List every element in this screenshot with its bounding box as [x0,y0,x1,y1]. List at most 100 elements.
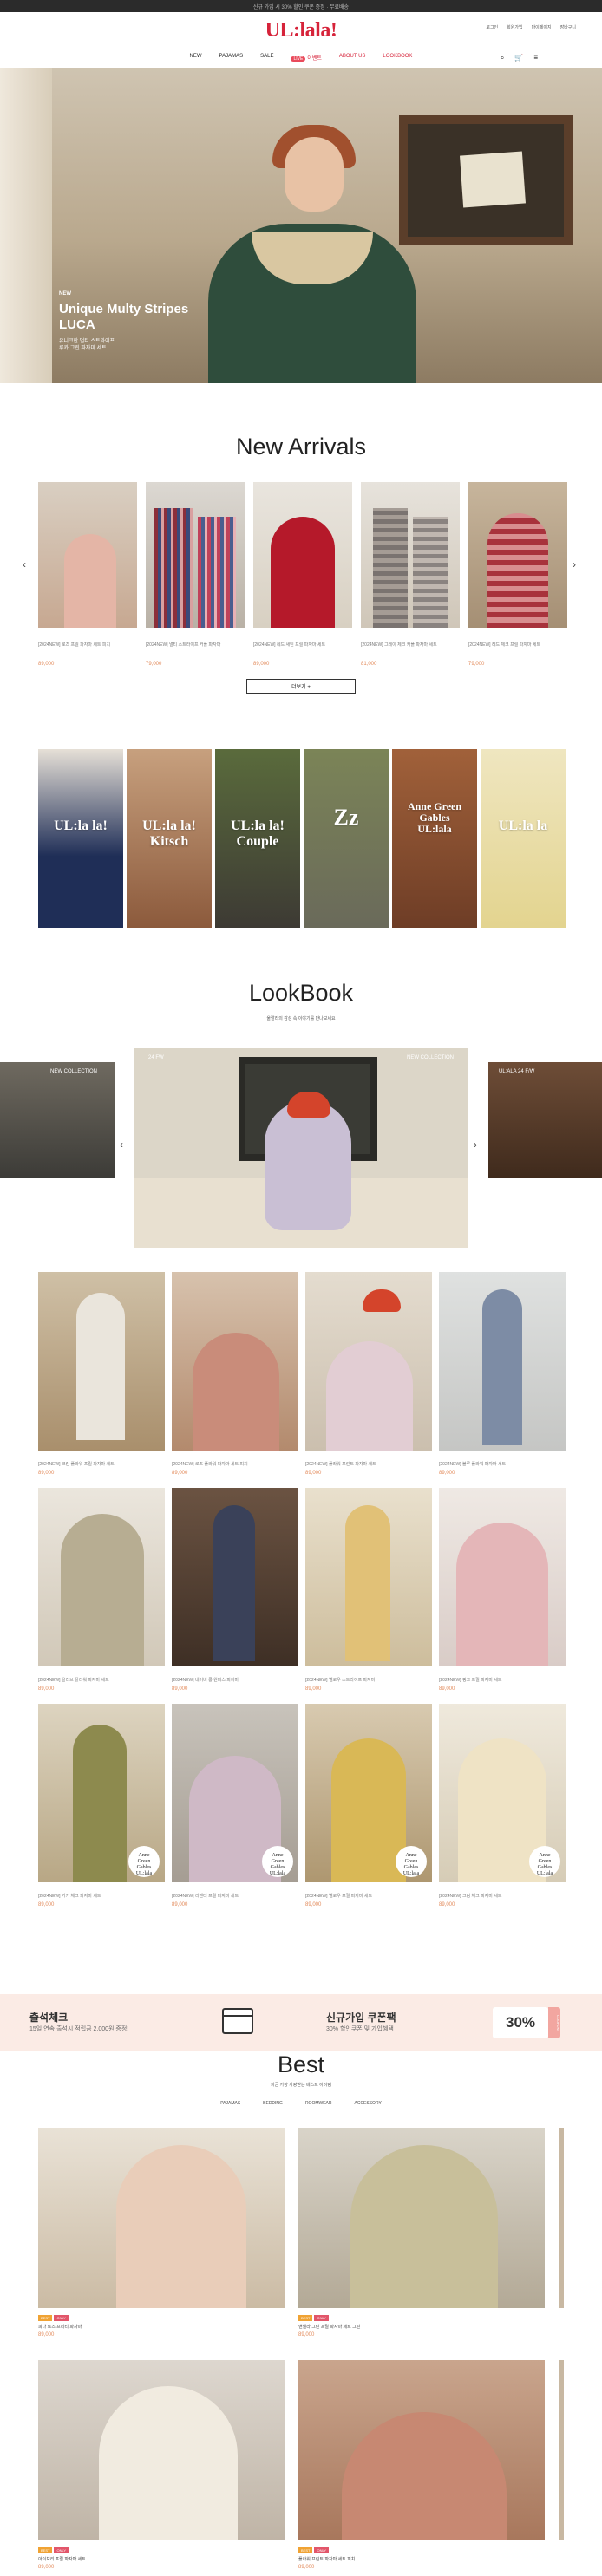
product-card[interactable]: [2024NEW] 멀티 스트라이프 커플 파자마 79,000 [146,482,245,667]
product-image[interactable]: Anne Green Gables UL:lala [172,1704,298,1882]
product-name[interactable]: [2024NEW] 네이비 롱 원피스 파자마 [172,1677,298,1683]
product-image[interactable] [468,482,567,628]
product-name[interactable]: [2024NEW] 멀티 스트라이프 커플 파자마 [146,642,245,648]
product-card[interactable]: [2024NEW] 그레이 체크 커플 파자마 세트 81,000 [361,482,460,667]
collection-card[interactable]: UL:la la! Couple [215,749,300,928]
tab-pajamas[interactable]: PAJAMAS [220,2101,240,2106]
product-name[interactable]: [2024NEW] 로즈 프릴 파자마 세트 피치 [38,642,137,648]
product-name[interactable]: [2024NEW] 플라워 프린트 파자마 세트 [305,1461,432,1467]
grid-product-card[interactable]: Anne Green Gables UL:lala [2024NEW] 라벤더 프릴 파… [172,1704,298,1908]
product-name[interactable]: [2024NEW] 블루 플라워 파자마 세트 [439,1461,566,1467]
lookbook-slide-prev[interactable]: NEW COLLECTION [0,1062,115,1178]
grid-product-card[interactable]: [2024NEW] 핑크 프릴 파자마 세트 89,000 [439,1488,566,1692]
hero-banner[interactable]: NEW Unique Multy Stripes LUCA 유니크한 멀티 스트… [0,68,602,383]
best-product-card[interactable]: BEST ONLY 피나 로즈 프리티 파자마 89,000 [38,2128,285,2338]
product-name[interactable]: [2024NEW] 그레이 체크 커플 파자마 세트 [361,642,460,648]
product-image[interactable]: Anne Green Gables UL:lala [305,1704,432,1882]
menu-icon[interactable]: ≡ [533,54,538,62]
product-image[interactable] [253,482,352,628]
best-product-card[interactable]: BEST ONLY 앤셀라 그린 프릴 파자마 세트 그린 89,000 [298,2128,545,2338]
product-image[interactable] [298,2360,545,2540]
collection-card[interactable]: UL:la la! [38,749,123,928]
product-name[interactable]: [2024NEW] 레드 체크 프릴 파자마 세트 [468,642,567,648]
product-name[interactable]: 피나 로즈 프리티 파자마 [38,2324,285,2330]
collection-label-line1: UL:la la! [142,818,196,833]
attendance-title[interactable]: 출석체크 [29,2010,68,2025]
product-name[interactable]: 플라워 프린트 파자마 세트 피치 [298,2556,545,2562]
product-card[interactable]: [2024NEW] 레드 새틴 프릴 파자마 세트 89,000 [253,482,352,667]
tab-bedding[interactable]: BEDDING [263,2101,283,2106]
nav-item-new[interactable]: NEW [190,54,202,66]
tab-accessory[interactable]: ACCESSORY [355,2101,382,2106]
product-card[interactable]: [2024NEW] 로즈 프릴 파자마 세트 피치 89,000 [38,482,137,667]
product-name[interactable]: [2024NEW] 크림 체크 파자마 세트 [439,1893,566,1899]
new-arrivals-prev-arrow-icon[interactable]: ‹ [23,558,26,571]
grid-product-card[interactable]: [2024NEW] 올리브 플라워 파자마 세트 89,000 [38,1488,165,1692]
product-image[interactable] [439,1272,566,1451]
lookbook-prev-arrow-icon[interactable]: ‹ [120,1138,123,1151]
join-link[interactable]: 회원가입 [507,24,522,30]
site-logo[interactable]: UL:lala! [0,19,602,42]
collection-card[interactable]: UL:la la! Kitsch [127,749,212,928]
product-name[interactable]: 아이보리 프릴 파자마 세트 [38,2556,285,2562]
coupon-value[interactable]: 30% [493,2007,548,2038]
grid-product-card[interactable]: [2024NEW] 크림 플라워 프릴 파자마 세트 89,000 [38,1272,165,1476]
product-name[interactable]: [2024NEW] 로즈 플라워 파자마 세트 피치 [172,1461,298,1467]
collection-card[interactable]: UL:la la [481,749,566,928]
product-image[interactable]: Anne Green Gables UL:lala [38,1704,165,1882]
cart-link[interactable]: 장바구니 [560,24,576,30]
lookbook-next-arrow-icon[interactable]: › [474,1138,477,1151]
product-image[interactable] [439,1488,566,1666]
best-product-card[interactable]: BEST ONLY 아이보리 프릴 파자마 세트 89,000 [38,2360,285,2570]
product-name[interactable]: [2024NEW] 올리브 플라워 파자마 세트 [38,1677,165,1683]
mypage-link[interactable]: 마이페이지 [532,24,552,30]
collection-card[interactable]: Anne Green Gables UL:lala [392,749,477,928]
new-arrivals-next-arrow-icon[interactable]: › [573,558,576,571]
product-name[interactable]: [2024NEW] 핑크 프릴 파자마 세트 [439,1677,566,1683]
product-name[interactable]: [2024NEW] 옐로우 스트라이프 파자마 [305,1677,432,1683]
product-image[interactable] [361,482,460,628]
product-image[interactable] [172,1272,298,1451]
more-button[interactable]: 더보기 + [246,679,356,694]
product-image[interactable] [298,2128,545,2308]
login-link[interactable]: 로그인 [486,24,498,30]
product-image[interactable] [305,1488,432,1666]
tab-roomwear[interactable]: ROOMWEAR [305,2101,332,2106]
product-card[interactable]: [2024NEW] 레드 체크 프릴 파자마 세트 79,000 [468,482,567,667]
cart-icon[interactable]: 🛒 [514,54,523,62]
product-image[interactable] [38,482,137,628]
product-name[interactable]: [2024NEW] 라벤더 프릴 파자마 세트 [172,1893,298,1899]
collection-card[interactable]: Zz [304,749,389,928]
grid-product-card[interactable]: Anne Green Gables UL:lala [2024NEW] 카키 체크 파자… [38,1704,165,1908]
grid-product-card[interactable]: [2024NEW] 플라워 프린트 파자마 세트 89,000 [305,1272,432,1476]
grid-product-card[interactable]: [2024NEW] 로즈 플라워 파자마 세트 피치 89,000 [172,1272,298,1476]
product-name[interactable]: [2024NEW] 카키 체크 파자마 세트 [38,1893,165,1899]
nav-item-event[interactable]: LIVE 이벤트 [291,54,322,66]
nav-item-about[interactable]: ABOUT US [339,54,366,66]
product-name[interactable]: [2024NEW] 레드 새틴 프릴 파자마 세트 [253,642,352,648]
coupon-pack-title[interactable]: 신규가입 쿠폰팩 [326,2010,396,2025]
nav-item-lookbook[interactable]: LOOKBOOK [383,54,412,66]
grid-product-card[interactable]: Anne Green Gables UL:lala [2024NEW] 옐로우 프릴 파… [305,1704,432,1908]
product-image[interactable] [38,2360,285,2540]
search-icon[interactable]: ⌕ [501,54,504,62]
lookbook-slide-active[interactable]: 24 FW NEW COLLECTION [134,1048,468,1248]
product-image[interactable]: Anne Green Gables UL:lala [439,1704,566,1882]
grid-product-card[interactable]: [2024NEW] 옐로우 스트라이프 파자마 89,000 [305,1488,432,1692]
product-image[interactable] [172,1488,298,1666]
nav-item-sale[interactable]: SALE [260,54,273,66]
product-name[interactable]: 앤셀라 그린 프릴 파자마 세트 그린 [298,2324,545,2330]
product-name[interactable]: [2024NEW] 크림 플라워 프릴 파자마 세트 [38,1461,165,1467]
product-image[interactable] [38,2128,285,2308]
lookbook-slide-next[interactable]: UL:ALA 24 F/W [488,1062,602,1178]
product-image[interactable] [146,482,245,628]
product-image[interactable] [38,1272,165,1451]
best-product-card[interactable]: BEST ONLY 플라워 프린트 파자마 세트 피치 89,000 [298,2360,545,2570]
grid-product-card[interactable]: Anne Green Gables UL:lala [2024NEW] 크림 체크 파자… [439,1704,566,1908]
product-name[interactable]: [2024NEW] 옐로우 프릴 파자마 세트 [305,1893,432,1899]
nav-item-pajamas[interactable]: PAJAMAS [219,54,244,66]
grid-product-card[interactable]: [2024NEW] 블루 플라워 파자마 세트 89,000 [439,1272,566,1476]
product-image[interactable] [38,1488,165,1666]
grid-product-card[interactable]: [2024NEW] 네이비 롱 원피스 파자마 89,000 [172,1488,298,1692]
product-image[interactable] [305,1272,432,1451]
